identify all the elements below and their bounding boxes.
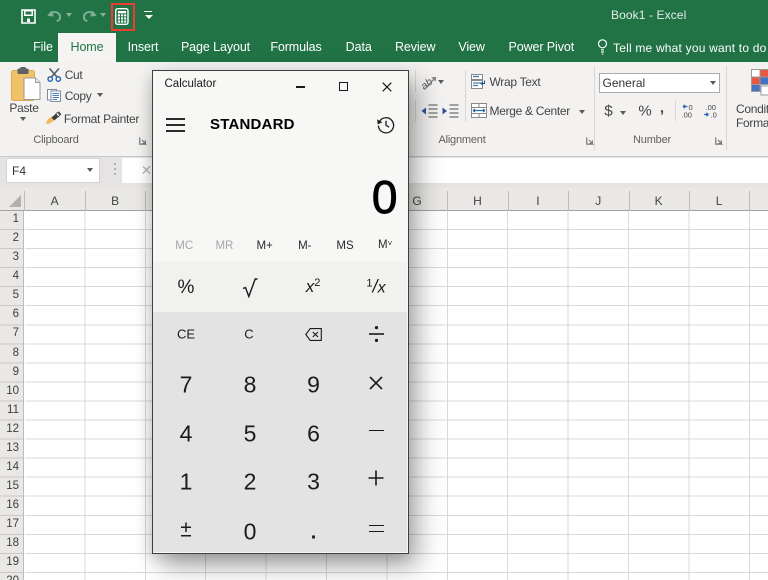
svg-text:.00: .00 [682, 110, 692, 119]
svg-text:.0: .0 [711, 110, 717, 119]
